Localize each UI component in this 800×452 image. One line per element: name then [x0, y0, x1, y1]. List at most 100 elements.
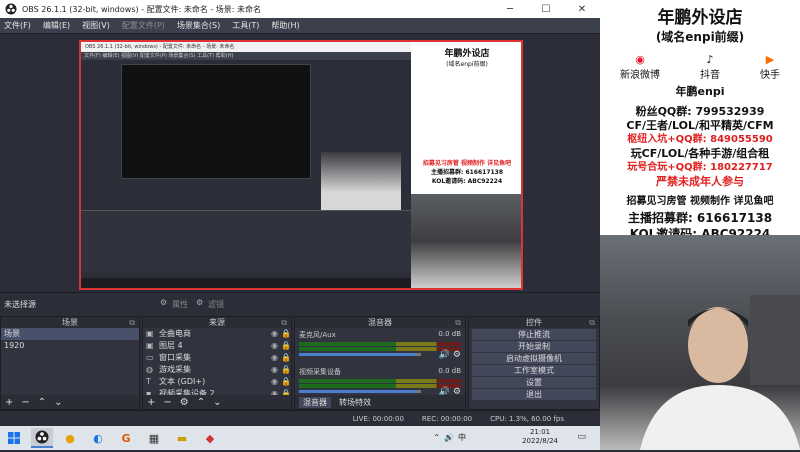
source-row[interactable]: ▣ 全曲电商 ◉ 🔒: [143, 328, 291, 340]
capture-menu-bar: 文件(F) 编辑(E) 视图(V) 配置文件(P) 场景集合(S) 工具(T) …: [81, 52, 411, 60]
maximize-button[interactable]: ☐: [528, 0, 564, 18]
webcam-feed: [600, 235, 800, 450]
menu-profile[interactable]: 配置文件(P): [122, 20, 165, 31]
menu-scene-collection[interactable]: 场景集合(S): [177, 20, 220, 31]
window-capture-preview: OBS 26.1.1 (32-bit, windows) - 配置文件: 未命名…: [81, 42, 411, 288]
menu-file[interactable]: 文件(F): [4, 20, 31, 31]
notification-icon[interactable]: ▭: [577, 432, 586, 442]
dock-float-icon[interactable]: ⧉: [589, 317, 595, 328]
slider-handle[interactable]: [415, 353, 421, 356]
eye-icon[interactable]: ◉: [271, 376, 281, 388]
lock-icon[interactable]: 🔒: [281, 340, 291, 352]
source-row[interactable]: ▭ 窗口采集 ◉ 🔒: [143, 352, 291, 364]
list-item[interactable]: 1920: [1, 340, 139, 352]
stop-streaming-button[interactable]: 停止推流: [472, 329, 596, 340]
volume-slider[interactable]: [299, 353, 415, 356]
app-icon[interactable]: ●: [59, 428, 81, 448]
clock[interactable]: 21:01 2022/8/24: [522, 428, 558, 446]
promo-panel-small: 年鹏外设店 (域名enpi前缀) 招募见习房管 视频制作 详见鱼吧 主播招募群:…: [411, 42, 521, 288]
close-button[interactable]: ✕: [564, 0, 600, 18]
capture-taskbar: [81, 278, 411, 288]
no-source-label: 未选择源: [4, 300, 36, 309]
exit-button[interactable]: 退出: [472, 389, 596, 400]
image-icon: ▣: [146, 341, 154, 350]
volume-meter: [299, 379, 461, 383]
remove-icon[interactable]: −: [163, 397, 171, 408]
recruit-line: 招募见习房管 视频制作 详见鱼吧: [626, 196, 774, 207]
gear-icon[interactable]: ⚙: [160, 298, 167, 307]
eye-icon[interactable]: ◉: [271, 340, 281, 352]
start-recording-button[interactable]: 开始录制: [472, 341, 596, 352]
filter-icon[interactable]: ⚙: [196, 298, 203, 307]
lock-icon[interactable]: 🔒: [281, 328, 291, 340]
mixer-dock: 混音器 ⧉ 麦克风/Aux 0.0 dB 🔊 ⚙ 视频采集设备 0.0 dB 🔊 ⚙ …: [294, 316, 466, 410]
controls-dock: 控件 ⧉ 停止推流 开始录制 启动虚拟摄像机 工作室模式 设置 退出: [468, 316, 600, 410]
social-kuaishou: 快手: [760, 70, 780, 81]
down-icon[interactable]: ⌄: [213, 397, 221, 408]
lock-icon[interactable]: 🔒: [281, 376, 291, 388]
controls-header: 控件: [526, 318, 542, 327]
add-icon[interactable]: +: [5, 397, 13, 408]
eye-icon[interactable]: ◉: [271, 352, 281, 364]
promo-line: 玩号合玩+QQ群: 180227717: [627, 162, 773, 173]
app-red-icon[interactable]: ◆: [199, 428, 221, 448]
mixer-channel: 麦克风/Aux 0.0 dB 🔊 ⚙: [295, 328, 465, 365]
window-title: OBS 26.1.1 (32-bit, windows) - 配置文件: 未命名…: [22, 4, 262, 14]
add-icon[interactable]: +: [147, 397, 155, 408]
menu-view[interactable]: 视图(V): [82, 20, 110, 31]
menu-bar: 文件(F) 编辑(E) 视图(V) 配置文件(P) 场景集合(S) 工具(T) …: [0, 18, 600, 34]
window-icon: ▭: [146, 353, 154, 362]
dock-float-icon[interactable]: ⧉: [455, 317, 461, 328]
tiles-icon[interactable]: ▦: [143, 428, 165, 448]
lock-icon[interactable]: 🔒: [281, 352, 291, 364]
tab-mixer[interactable]: 混音器: [299, 396, 331, 408]
volume-slider[interactable]: [299, 390, 415, 393]
promo-line: CF/王者/LOL/和平精英/CFM: [626, 119, 774, 132]
properties-button[interactable]: 属性: [172, 299, 188, 310]
app-g-icon[interactable]: G: [115, 428, 137, 448]
streamer-figure: [640, 295, 800, 450]
virtual-camera-button[interactable]: 启动虚拟摄像机: [472, 353, 596, 364]
system-tray[interactable]: ⌃🔊中: [433, 432, 470, 443]
windows-start-icon[interactable]: [3, 428, 25, 448]
menu-edit[interactable]: 编辑(E): [43, 20, 70, 31]
tab-transitions[interactable]: 转场特效: [335, 397, 375, 408]
folder-icon[interactable]: ▬: [171, 428, 193, 448]
promo-small-kol: KOL邀请码: ABC92224: [431, 178, 503, 185]
lock-icon[interactable]: 🔒: [281, 364, 291, 376]
gear-icon[interactable]: ⚙: [453, 350, 461, 360]
source-row[interactable]: ▣ 图层 4 ◉ 🔒: [143, 340, 291, 352]
eye-icon[interactable]: ◉: [271, 364, 281, 376]
scenes-header: 场景: [62, 318, 78, 327]
settings-button[interactable]: 设置: [472, 377, 596, 388]
weibo-icon: ◉: [635, 53, 645, 66]
slider-handle[interactable]: [415, 390, 421, 393]
browser-icon[interactable]: ◐: [87, 428, 109, 448]
list-item[interactable]: 场景: [1, 328, 139, 340]
source-row[interactable]: ◍ 游戏采集 ◉ 🔒: [143, 364, 291, 376]
filters-button[interactable]: 滤镜: [208, 299, 224, 310]
source-name: 全曲电商: [159, 329, 191, 338]
source-row[interactable]: T 文本 (GDI+) ◉ 🔒: [143, 376, 291, 388]
speaker-icon[interactable]: 🔊: [439, 350, 450, 360]
dock-float-icon[interactable]: ⧉: [129, 317, 135, 328]
channel-name: 视频采集设备: [299, 368, 341, 376]
studio-mode-button[interactable]: 工作室模式: [472, 365, 596, 376]
remove-icon[interactable]: −: [21, 397, 29, 408]
dock-float-icon[interactable]: ⧉: [281, 317, 287, 328]
source-name: 窗口采集: [159, 353, 191, 362]
promo-line: 粉丝QQ群: 799532939: [635, 105, 765, 118]
up-icon[interactable]: ⌃: [197, 397, 205, 408]
eye-icon[interactable]: ◉: [271, 328, 281, 340]
promo-small-title: 年鹏外设店: [444, 49, 490, 59]
minimize-button[interactable]: ─: [492, 0, 528, 18]
down-icon[interactable]: ⌄: [54, 397, 62, 408]
up-icon[interactable]: ⌃: [38, 397, 46, 408]
menu-help[interactable]: 帮助(H): [271, 20, 299, 31]
image-icon: ▣: [146, 329, 154, 338]
gear-icon[interactable]: ⚙: [180, 397, 189, 408]
promo-small-recruit: 招募见习房管 视频制作 详见鱼吧: [422, 160, 512, 167]
menu-tools[interactable]: 工具(T): [232, 20, 259, 31]
obs-taskbar-icon[interactable]: [31, 428, 53, 448]
preview-canvas[interactable]: OBS 26.1.1 (32-bit, windows) - 配置文件: 未命名…: [79, 40, 523, 290]
